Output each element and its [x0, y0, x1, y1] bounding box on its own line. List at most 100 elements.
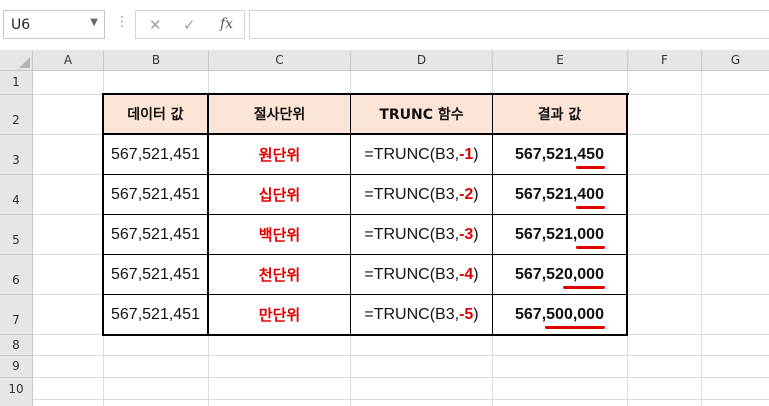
- table-cell-unit[interactable]: 천단위: [209, 255, 351, 295]
- result-hl: 400: [577, 185, 604, 203]
- column-header-e[interactable]: E: [493, 50, 628, 71]
- header-cell-unit[interactable]: 절사단위: [209, 95, 351, 135]
- table-cell-unit[interactable]: 만단위: [209, 295, 351, 336]
- column-header-d[interactable]: D: [351, 50, 493, 71]
- cell-text: 567,521,451: [111, 305, 200, 323]
- result-truncated-part: 450: [576, 145, 605, 169]
- table-cell-formula[interactable]: =TRUNC(B3,-5): [351, 295, 493, 336]
- table-cell-result[interactable]: 567,520,000: [493, 255, 628, 295]
- chevron-down-icon[interactable]: ▼: [90, 17, 98, 28]
- result-truncated-part: 0,000: [562, 265, 605, 289]
- result-truncated-part: 000: [576, 225, 605, 249]
- column-header-g[interactable]: G: [702, 50, 769, 71]
- select-all-button[interactable]: [0, 50, 33, 71]
- cell-text: 567,521,451: [111, 185, 200, 203]
- result-hl: 000: [577, 225, 604, 243]
- table-cell-result[interactable]: 567,521,000: [493, 215, 628, 255]
- red-underline-mark: [576, 205, 605, 209]
- table-cell-value[interactable]: 567,521,451: [104, 175, 209, 215]
- cell-text: 567,521,451: [111, 225, 200, 243]
- formula-prefix: =TRUNC(B3,: [364, 265, 460, 283]
- row-header-2[interactable]: 2: [0, 95, 33, 135]
- red-underline-mark: [576, 165, 605, 169]
- result-text: 567,521,450: [515, 145, 605, 169]
- row-header-10[interactable]: 10: [0, 378, 33, 406]
- result-truncated-part: 400: [576, 185, 605, 209]
- row-header-5[interactable]: 5: [0, 215, 33, 255]
- formula-suffix: ): [473, 185, 479, 203]
- gridline: [33, 377, 769, 378]
- name-box-value[interactable]: U6: [11, 17, 30, 33]
- formula-prefix: =TRUNC(B3,: [364, 145, 460, 163]
- gridline: [33, 399, 769, 400]
- table-cell-unit[interactable]: 십단위: [209, 175, 351, 215]
- row-header-4[interactable]: 4: [0, 175, 33, 215]
- header-cell-value[interactable]: 데이터 값: [104, 95, 209, 135]
- formula-prefix: =TRUNC(B3,: [364, 185, 460, 203]
- table-cell-formula[interactable]: =TRUNC(B3,-3): [351, 215, 493, 255]
- table-cell-value[interactable]: 567,521,451: [104, 295, 209, 336]
- formula-text: =TRUNC(B3,-5): [364, 306, 478, 324]
- spreadsheet-grid[interactable]: A B C D E F G 1 2 3 4 5 6 7 8 9 10 데이터 값…: [0, 50, 769, 406]
- formula-input[interactable]: [249, 10, 769, 39]
- result-keep: 567,52: [515, 265, 564, 283]
- table-cell-value[interactable]: 567,521,451: [104, 135, 209, 175]
- table-cell-formula[interactable]: =TRUNC(B3,-2): [351, 175, 493, 215]
- column-header-f[interactable]: F: [628, 50, 702, 71]
- row-header-8[interactable]: 8: [0, 335, 33, 356]
- formula-suffix: ): [473, 265, 479, 283]
- cancel-icon[interactable]: ✕: [149, 16, 162, 34]
- formula-text: =TRUNC(B3,-2): [364, 186, 478, 204]
- row-header-7[interactable]: 7: [0, 295, 33, 335]
- gridline: [33, 355, 769, 356]
- result-text: 567,520,000: [515, 265, 605, 289]
- insert-function-icon[interactable]: fx: [220, 16, 233, 32]
- formula-bar-area: U6 ▼ ⋮ ✕ ✓ fx: [0, 0, 769, 50]
- result-hl: 500,000: [546, 305, 604, 323]
- table-cell-result[interactable]: 567,521,400: [493, 175, 628, 215]
- formula-suffix: ): [473, 225, 479, 243]
- drag-handle-icon[interactable]: ⋮: [115, 14, 129, 30]
- formula-arg: -1: [459, 145, 474, 163]
- cell-text: 십단위: [258, 186, 301, 204]
- header-cell-result[interactable]: 결과 값: [493, 95, 628, 135]
- result-keep: 567,521,: [515, 225, 578, 243]
- result-text: 567,521,400: [515, 185, 605, 209]
- formula-text: =TRUNC(B3,-1): [364, 146, 478, 164]
- result-text: 567,521,000: [515, 225, 605, 249]
- formula-prefix: =TRUNC(B3,: [364, 305, 460, 323]
- table-cell-unit[interactable]: 백단위: [209, 215, 351, 255]
- result-keep: 567,: [515, 305, 547, 323]
- table-cell-unit[interactable]: 원단위: [209, 135, 351, 175]
- formula-arg: -5: [459, 305, 474, 323]
- result-hl: 450: [577, 145, 604, 163]
- row-header-3[interactable]: 3: [0, 135, 33, 175]
- cell-text: 567,521,451: [111, 145, 200, 163]
- formula-buttons: ✕ ✓ fx: [135, 10, 245, 39]
- table-cell-result[interactable]: 567,500,000: [493, 295, 628, 336]
- enter-icon[interactable]: ✓: [183, 16, 196, 34]
- table-cell-formula[interactable]: =TRUNC(B3,-1): [351, 135, 493, 175]
- cell-text: 567,521,451: [111, 265, 200, 283]
- table-cell-value[interactable]: 567,521,451: [104, 215, 209, 255]
- result-text: 567,500,000: [515, 305, 605, 329]
- row-header-6[interactable]: 6: [0, 255, 33, 295]
- column-header-a[interactable]: A: [33, 50, 104, 71]
- column-header-b[interactable]: B: [104, 50, 209, 71]
- row-header-1[interactable]: 1: [0, 71, 33, 95]
- name-box[interactable]: U6 ▼: [3, 10, 105, 39]
- table-cell-formula[interactable]: =TRUNC(B3,-4): [351, 255, 493, 295]
- column-header-c[interactable]: C: [209, 50, 351, 71]
- header-cell-function[interactable]: TRUNC 함수: [351, 95, 493, 135]
- result-truncated-part: 500,000: [545, 305, 605, 329]
- select-all-icon: [19, 57, 30, 68]
- formula-arg: -4: [459, 265, 474, 283]
- row-header-9[interactable]: 9: [0, 356, 33, 378]
- cell-text: 천단위: [258, 266, 301, 284]
- result-hl: 0,000: [563, 265, 604, 283]
- table-cell-result[interactable]: 567,521,450: [493, 135, 628, 175]
- red-underline-mark: [545, 325, 605, 329]
- table-cell-value[interactable]: 567,521,451: [104, 255, 209, 295]
- cell-text: 만단위: [258, 306, 301, 324]
- formula-suffix: ): [473, 305, 479, 323]
